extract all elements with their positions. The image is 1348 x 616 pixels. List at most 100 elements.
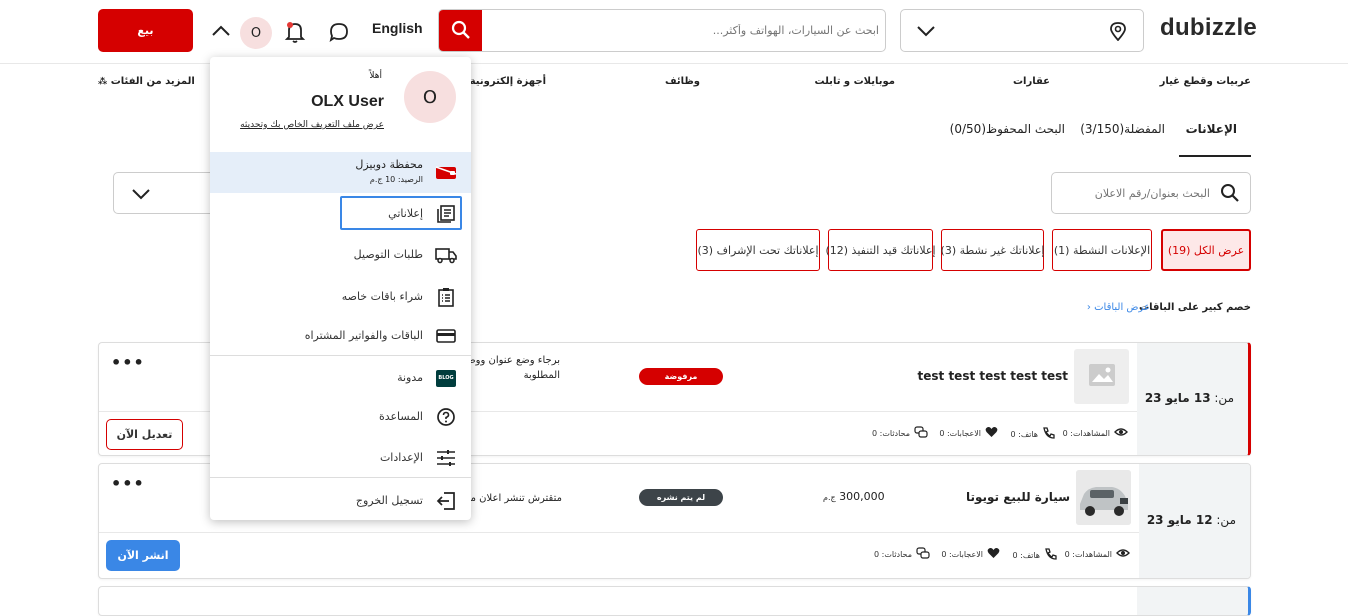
promo-text: خصم كبير على الباقات (1139, 302, 1251, 313)
menu-item-logout[interactable]: تسجيل الخروج (210, 480, 471, 520)
promo-link[interactable]: عرض الباقات ‹ (1087, 302, 1150, 313)
help-icon (435, 406, 457, 428)
likes-count: الاعجابات: 0 (939, 428, 981, 438)
ads-search-input[interactable] (1060, 173, 1210, 213)
chats-count: محادثات: 0 (872, 429, 910, 438)
search-button[interactable] (439, 10, 482, 51)
filter-active[interactable]: الإعلانات النشطة (1) (1052, 229, 1152, 271)
likes-stat: الاعجابات: 0 (941, 547, 1000, 561)
chevron-down-icon (130, 185, 152, 207)
price-value: 300,000 (839, 490, 885, 503)
user-avatar: O (404, 71, 456, 123)
menu-item-label: إعلاناتي (388, 206, 423, 220)
tab-ads[interactable]: الإعلانات (1186, 122, 1237, 136)
image-placeholder-icon (1087, 362, 1117, 392)
category-electronics[interactable]: أجهزة إلكترونية (470, 76, 546, 87)
price-currency: ج.م (823, 493, 836, 502)
ad-thumbnail[interactable] (1074, 349, 1129, 404)
user-avatar-button[interactable]: O (240, 17, 272, 49)
promo-link-label: عرض الباقات (1094, 302, 1150, 313)
chats-stat: محادثات: 0 (872, 426, 928, 441)
wallet-balance: الرصيد: 10 ج.م (369, 175, 423, 184)
menu-item-label: شراء باقات خاصه (341, 289, 423, 303)
filter-pending[interactable]: إعلاناتك قيد التنفيذ (12) (825, 229, 936, 271)
chevron-up-icon[interactable] (210, 22, 232, 40)
menu-item-delivery-orders[interactable]: طلبات التوصيل (210, 234, 471, 274)
search-input[interactable] (491, 10, 879, 51)
sell-button[interactable]: بيع (98, 9, 193, 52)
card-divider (99, 532, 1139, 533)
category-more-label: المزيد من الفئات (110, 76, 195, 87)
ad-card[interactable] (98, 586, 1251, 616)
avatar-initial: O (250, 25, 262, 41)
filter-moderation[interactable]: إعلاناتك تحت الإشراف (3) (696, 229, 820, 271)
category-jobs[interactable]: وظائف (665, 76, 700, 87)
menu-item-label: الباقات والفواتير المشتراه (304, 328, 423, 342)
calls-count: هاتف: 0 (1012, 550, 1041, 560)
menu-item-label: المساعدة (378, 409, 423, 423)
more-options-icon[interactable]: ••• (111, 476, 145, 492)
category-vehicles[interactable]: عربيات وقطع غيار (1160, 76, 1251, 87)
chat-icon[interactable] (328, 21, 350, 43)
chevron-down-icon (915, 22, 937, 44)
ad-title[interactable]: سيارة للبيع تويوتا (966, 490, 1070, 504)
menu-item-buy-packages[interactable]: شراء باقات خاصه (210, 276, 471, 316)
heart-icon (987, 547, 1000, 561)
menu-item-purchased-packages[interactable]: الباقات والفواتير المشتراه (210, 315, 471, 355)
calls-stat: هاتف: 0 (1013, 547, 1059, 563)
more-options-icon[interactable]: ••• (111, 355, 145, 371)
language-switch[interactable]: English (372, 20, 423, 36)
active-tab-indicator (1179, 155, 1251, 157)
wallet-row[interactable]: محفظة دوبيزل الرصيد: 10 ج.م (210, 152, 471, 193)
search-icon (451, 20, 471, 44)
location-pin-icon (1109, 21, 1127, 45)
sort-select[interactable] (113, 172, 223, 214)
category-more[interactable]: المزيد من الفئات ⁂ (98, 76, 195, 87)
filter-all[interactable]: عرض الكل (19) (1161, 229, 1251, 271)
user-menu-dropdown: O أهلاً OLX User عرض ملف التعريف الخاص ب… (210, 57, 471, 520)
menu-item-settings[interactable]: الإعدادات (210, 437, 471, 477)
eye-icon (1116, 548, 1130, 560)
ad-date: من: 12 مايو 23 (1147, 513, 1236, 527)
ad-thumbnail[interactable] (1076, 470, 1131, 525)
notification-bell-icon[interactable] (284, 20, 306, 44)
category-properties[interactable]: عقارات (1013, 76, 1050, 87)
menu-item-label: طلبات التوصيل (353, 247, 423, 261)
ad-title[interactable]: test test test test test (918, 369, 1068, 383)
ad-date-prefix: من: (1216, 513, 1236, 527)
dubizzle-logo[interactable]: dubizzle (1160, 14, 1257, 42)
category-mobiles[interactable]: موبايلات و تابلت (815, 76, 895, 87)
menu-item-label: الإعدادات (379, 450, 423, 464)
tab-favorites[interactable]: المفضلة(3/150) (1080, 122, 1165, 136)
menu-item-help[interactable]: المساعدة (210, 396, 471, 436)
ad-date-value: 12 مايو 23 (1146, 513, 1213, 527)
chats-count: محادثات: 0 (874, 550, 912, 559)
ad-date-column (1137, 587, 1248, 615)
edit-now-button[interactable]: تعديل الآن (106, 419, 183, 450)
user-name: OLX User (311, 93, 384, 110)
greeting: أهلاً (369, 71, 382, 81)
profile-link[interactable]: عرض ملف التعريف الخاص بك وتحديثه (240, 120, 384, 130)
status-badge: مرفوضة (639, 368, 723, 385)
settings-icon (435, 447, 457, 469)
menu-item-blog[interactable]: مدونة BLOG (210, 357, 471, 397)
heart-icon (985, 426, 998, 440)
tab-saved-search[interactable]: البحث المحفوظ(0/50) (950, 122, 1065, 136)
filter-inactive[interactable]: إعلاناتك غير نشطة (3) (941, 229, 1044, 271)
truck-icon (435, 244, 457, 266)
blog-icon-text: BLOG (436, 369, 456, 387)
wallet-icon (435, 165, 457, 185)
publish-now-button[interactable]: انشر الآن (106, 540, 180, 571)
menu-item-label: تسجيل الخروج (355, 493, 423, 507)
chat-bubbles-icon (914, 426, 928, 441)
views-stat: المشاهدات: 0 (1063, 427, 1128, 439)
status-badge: لم يتم نشره (639, 489, 723, 506)
menu-item-my-ads[interactable]: إعلاناتي (210, 195, 471, 235)
menu-divider (210, 355, 471, 356)
search-icon (1220, 183, 1240, 207)
views-count: المشاهدات: 0 (1064, 549, 1112, 559)
location-select[interactable] (900, 9, 1144, 52)
search-bar (438, 9, 886, 52)
calls-count: هاتف: 0 (1010, 429, 1039, 439)
logout-icon (435, 490, 457, 512)
